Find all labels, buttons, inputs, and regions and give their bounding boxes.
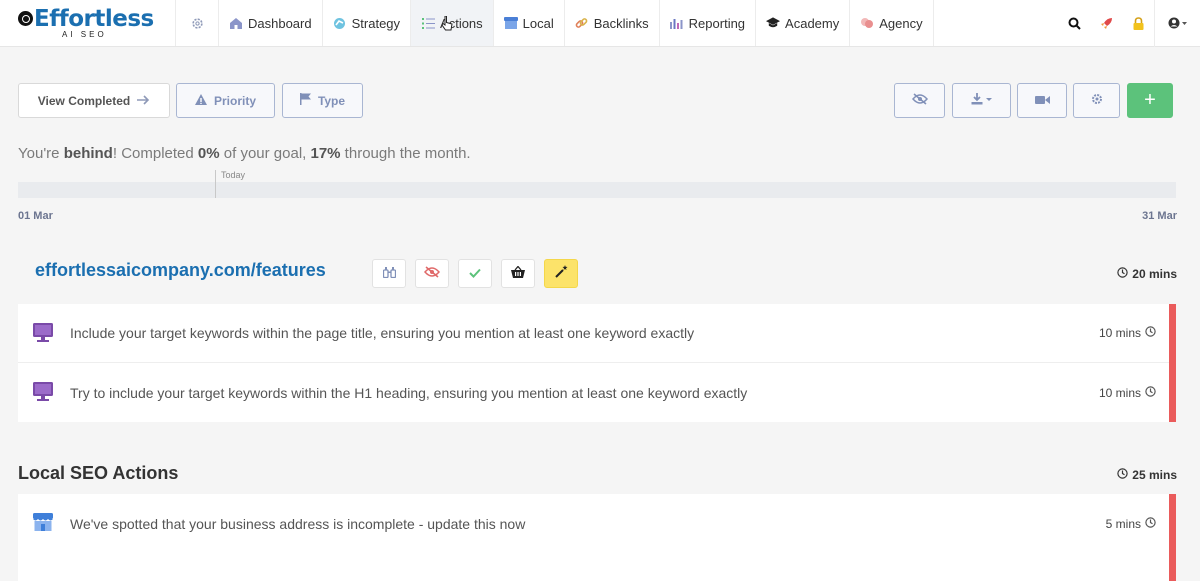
- local-seo-section-title: Local SEO Actions: [18, 463, 179, 483]
- month-start-date: 01 Mar: [18, 210, 53, 222]
- gear-icon: [190, 16, 204, 30]
- month-end-date: 31 Mar: [1142, 210, 1177, 222]
- page-total-time: 20 mins: [1117, 267, 1177, 281]
- nav-backlinks[interactable]: Backlinks: [565, 0, 660, 46]
- nav-agency[interactable]: Agency: [850, 0, 934, 46]
- logo-mark-icon: [18, 11, 33, 26]
- nav-dashboard[interactable]: Dashboard: [219, 0, 323, 46]
- clock-icon: [1145, 326, 1156, 340]
- hide-page-button[interactable]: [415, 259, 449, 288]
- add-action-button[interactable]: +: [1127, 83, 1173, 118]
- view-completed-button[interactable]: View Completed: [18, 83, 170, 118]
- task-text: Include your target keywords within the …: [70, 325, 695, 341]
- nav-label: Strategy: [351, 15, 401, 31]
- settings-icon: [1091, 93, 1103, 108]
- local-task-list: We've spotted that your business address…: [18, 494, 1176, 581]
- priority-label: Priority: [213, 93, 256, 108]
- type-label: Type: [317, 93, 346, 108]
- video-button[interactable]: [1017, 83, 1067, 118]
- priority-filter-button[interactable]: Priority: [176, 83, 275, 118]
- magic-wand-button[interactable]: [544, 259, 578, 288]
- clock-icon: [1145, 385, 1156, 400]
- home-icon: [229, 16, 243, 30]
- nav-reporting[interactable]: Reporting: [660, 0, 757, 46]
- strategy-icon: [333, 16, 347, 30]
- nav-label: Reporting: [688, 15, 746, 31]
- eye-off-icon: [424, 265, 440, 283]
- today-label: Today: [221, 170, 246, 180]
- view-completed-label: View Completed: [37, 93, 131, 108]
- graduation-cap-icon: [766, 16, 781, 30]
- brand-name: Effortless: [34, 5, 154, 32]
- nav-label: Academy: [785, 15, 840, 31]
- nav-label: Backlinks: [593, 15, 649, 31]
- mark-complete-button[interactable]: [458, 259, 492, 288]
- page-task-list: Include your target keywords within the …: [18, 304, 1176, 422]
- nav-local[interactable]: Local: [494, 0, 565, 46]
- goal-through: 17%: [310, 145, 341, 162]
- nav-label: Local: [522, 15, 554, 31]
- nav-label: Dashboard: [248, 15, 312, 31]
- settings-button[interactable]: [1073, 83, 1120, 118]
- basket-button[interactable]: [501, 259, 535, 288]
- warning-icon: [194, 93, 207, 108]
- local-total-time: 25 mins: [1117, 468, 1177, 482]
- user-icon[interactable]: [1154, 0, 1200, 47]
- basket-icon: [511, 265, 525, 283]
- download-button[interactable]: [952, 83, 1011, 118]
- page-url-link[interactable]: effortlessaicompany.com/features: [35, 260, 326, 281]
- today-marker: [215, 170, 216, 198]
- mouse-cursor-icon: [441, 16, 453, 31]
- bar-chart-icon: [670, 16, 684, 30]
- brand-logo[interactable]: Effortless AI SEO: [0, 0, 176, 46]
- nav-settings[interactable]: [176, 0, 219, 46]
- top-navigation: Effortless AI SEO Dashboard Strategy Act…: [0, 0, 1200, 47]
- nav-academy[interactable]: Academy: [756, 0, 851, 46]
- eye-off-icon: [911, 93, 928, 108]
- goal-status-text: You're behind! Completed 0% of your goal…: [18, 145, 471, 162]
- search-icon[interactable]: [1058, 0, 1090, 47]
- clock-icon: [1117, 468, 1128, 482]
- clock-icon: [1117, 267, 1128, 281]
- check-icon: [469, 265, 481, 283]
- rocket-icon[interactable]: [1090, 0, 1122, 47]
- flag-icon: [299, 93, 311, 108]
- goal-completed: 0%: [197, 145, 220, 162]
- nav-strategy[interactable]: Strategy: [323, 0, 412, 46]
- task-time: 10 mins: [1099, 326, 1156, 340]
- download-icon: [971, 93, 993, 108]
- plus-icon: +: [1144, 89, 1156, 111]
- task-text: We've spotted that your business address…: [70, 515, 526, 532]
- task-time: 10 mins: [1099, 386, 1156, 400]
- binoculars-icon: [382, 265, 396, 283]
- goal-status: behind: [63, 145, 113, 162]
- keyword-research-button[interactable]: [372, 259, 406, 288]
- task-text: Try to include your target keywords with…: [70, 384, 748, 401]
- nav-right-tools: [1058, 0, 1200, 47]
- store-icon: [503, 16, 518, 30]
- type-filter-button[interactable]: Type: [282, 83, 363, 118]
- task-item[interactable]: We've spotted that your business address…: [18, 494, 1169, 553]
- checklist-icon: [421, 16, 435, 30]
- task-time: 5 mins: [1106, 517, 1156, 531]
- monitor-icon: [33, 382, 53, 406]
- task-item[interactable]: Include your target keywords within the …: [18, 304, 1169, 363]
- task-item[interactable]: Try to include your target keywords with…: [18, 363, 1169, 422]
- video-icon: [1034, 94, 1050, 108]
- arrow-right-icon: [137, 94, 150, 108]
- agency-icon: [860, 16, 874, 30]
- magic-wand-icon: [554, 264, 568, 283]
- link-icon: [575, 16, 589, 30]
- nav-label: Agency: [879, 15, 923, 31]
- monitor-icon: [33, 323, 53, 347]
- lock-icon[interactable]: [1122, 0, 1154, 47]
- hide-button[interactable]: [894, 83, 945, 118]
- store-icon: [33, 513, 53, 536]
- clock-icon: [1145, 516, 1156, 531]
- goal-progress-bar: [18, 182, 1176, 198]
- brand-subtitle: AI SEO: [62, 29, 107, 39]
